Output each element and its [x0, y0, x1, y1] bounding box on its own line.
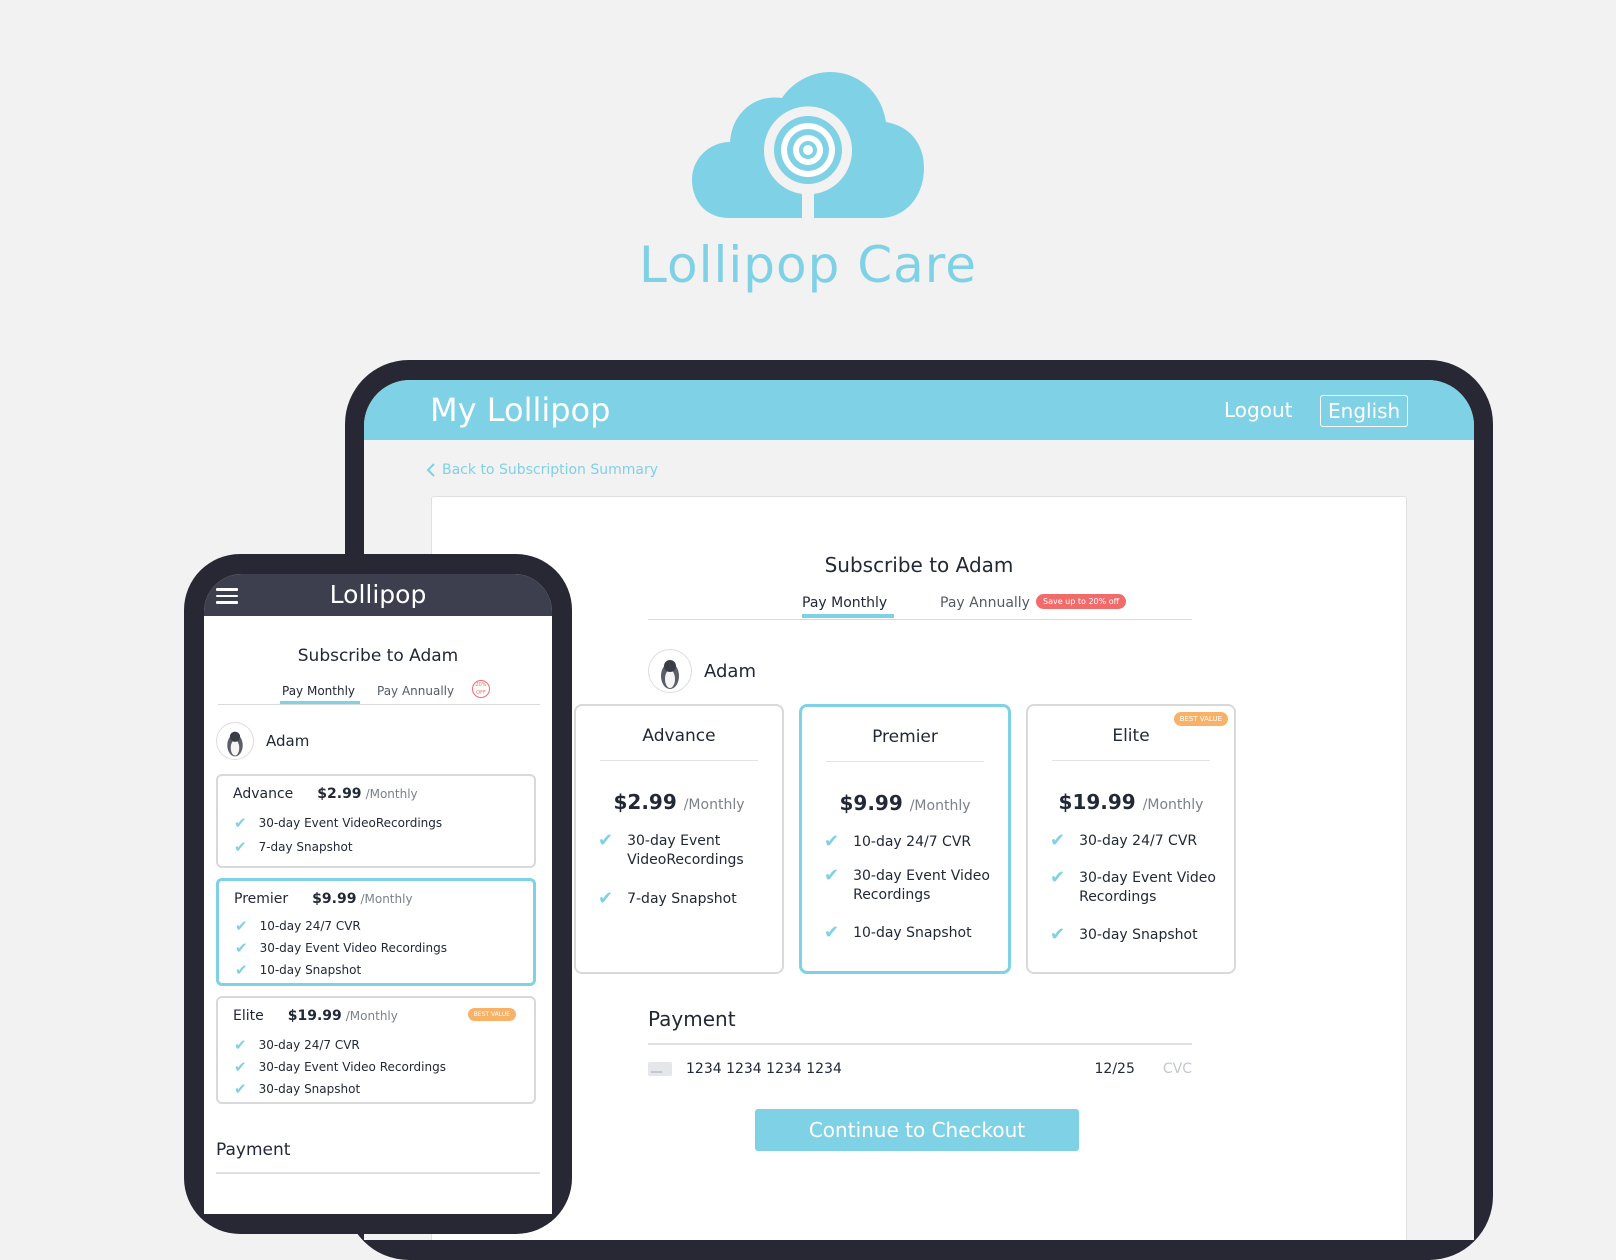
plan-feature: ✔ 10-day 24/7 CVR: [824, 831, 972, 852]
plan-feature: ✔ 10-day Snapshot: [235, 961, 362, 979]
discount-badge: 20% OFF: [472, 680, 490, 698]
card-input[interactable]: 1234 1234 1234 1234 12/25 CVC: [648, 1061, 1192, 1077]
plan-feature: ✔ 30-day Event Video Recordings: [824, 865, 990, 904]
plan-card-advance[interactable]: Advance $2.99/Monthly ✔ 30-day Event Video…: [216, 774, 536, 868]
check-icon: ✔: [598, 888, 614, 909]
billing-tabs: Pay Monthly Pay Annually 20% OFF: [218, 674, 540, 705]
penguin-icon: [661, 660, 679, 689]
penguin-icon: [227, 731, 243, 757]
plan-feature: ✔ 7-day Snapshot: [234, 838, 353, 856]
check-icon: ✔: [234, 814, 247, 832]
check-icon: ✔: [824, 922, 840, 943]
app-title: My Lollipop: [430, 391, 611, 429]
divider: [216, 1172, 540, 1174]
save-badge: Save up to 20% off: [1036, 594, 1127, 609]
plan-feature: ✔ 30-day Event Video Recordings: [234, 1058, 446, 1076]
logout-link[interactable]: Logout: [1224, 398, 1292, 422]
tab-pay-annually[interactable]: Pay Annually: [377, 684, 454, 698]
plan-header: Elite $19.99/Monthly: [233, 1008, 398, 1024]
avatar: [216, 722, 254, 760]
user-row: Adam: [648, 649, 756, 693]
plan-feature: ✔ 30-day Event VideoRecordings: [598, 830, 744, 869]
plan-card-advance[interactable]: Advance $2.99 /Monthly ✔ 30-day Event Vid…: [574, 704, 784, 974]
user-name: Adam: [704, 660, 756, 682]
check-icon: ✔: [1050, 924, 1066, 945]
plan-price: $9.99 /Monthly: [839, 791, 971, 815]
payment-title: Payment: [648, 1007, 736, 1031]
plan-name: Elite: [1052, 726, 1210, 761]
plan-feature: ✔ 30-day 24/7 CVR: [1050, 830, 1198, 851]
plan-name: Premier: [826, 727, 984, 762]
active-tab-indicator: [280, 701, 360, 704]
plan-feature: ✔ 10-day 24/7 CVR: [235, 917, 361, 935]
check-icon: ✔: [824, 865, 840, 886]
plan-feature: ✔ 30-day Event Video Recordings: [235, 939, 447, 957]
check-icon: ✔: [234, 1080, 247, 1098]
tablet-header: My Lollipop Logout English: [364, 380, 1474, 440]
plan-card-premier[interactable]: Premier $9.99/Monthly ✔ 10-day 24/7 CVR ✔ 3…: [216, 878, 536, 986]
check-icon: ✔: [598, 830, 614, 851]
check-icon: ✔: [234, 1058, 247, 1076]
lollipop-cloud-logo: [692, 72, 924, 218]
chevron-left-icon: [426, 463, 435, 477]
plan-feature: ✔ 30-day Snapshot: [1050, 924, 1198, 945]
plan-card-elite[interactable]: BEST VALUE Elite $19.99 /Monthly ✔ 30-day…: [1026, 704, 1236, 974]
check-icon: ✔: [235, 917, 248, 935]
check-icon: ✔: [235, 939, 248, 957]
page-title: Subscribe to Adam: [824, 553, 1014, 577]
card-number-field[interactable]: 1234 1234 1234 1234: [686, 1061, 842, 1077]
continue-checkout-button[interactable]: Continue to Checkout: [755, 1109, 1079, 1151]
app-title: Lollipop: [329, 580, 427, 609]
phone-screen: Lollipop Subscribe to Adam Pay Monthly P…: [204, 574, 552, 1214]
subscription-card: Subscribe to Adam Pay Monthly Pay Annual…: [431, 496, 1407, 1240]
payment-title: Payment: [216, 1140, 291, 1160]
check-icon: ✔: [824, 831, 840, 852]
plan-feature: ✔ 30-day Event Video Recordings: [1050, 867, 1216, 906]
plan-name: Advance: [600, 726, 758, 761]
phone-header: Lollipop: [204, 574, 552, 616]
divider: [648, 1043, 1192, 1045]
language-button[interactable]: English: [1320, 395, 1409, 427]
check-icon: ✔: [234, 838, 247, 856]
active-tab-indicator: [802, 614, 894, 618]
user-name: Adam: [266, 732, 310, 750]
check-icon: ✔: [1050, 830, 1066, 851]
check-icon: ✔: [234, 1036, 247, 1054]
best-value-badge: BEST VALUE: [467, 1008, 516, 1021]
expiry-field[interactable]: 12/25: [1095, 1061, 1135, 1077]
plan-feature: ✔ 7-day Snapshot: [598, 888, 737, 909]
best-value-badge: BEST VALUE: [1173, 712, 1228, 726]
check-icon: ✔: [1050, 867, 1066, 888]
plan-header: Premier $9.99/Monthly: [234, 891, 413, 907]
tab-pay-monthly[interactable]: Pay Monthly: [282, 684, 355, 698]
plan-feature: ✔ 30-day 24/7 CVR: [234, 1036, 360, 1054]
tab-pay-monthly[interactable]: Pay Monthly: [802, 595, 887, 611]
credit-card-icon: [648, 1062, 672, 1076]
avatar: [648, 649, 692, 693]
back-link-label: Back to Subscription Summary: [442, 462, 659, 478]
page-title: Subscribe to Adam: [297, 646, 459, 666]
plan-header: Advance $2.99/Monthly: [233, 786, 418, 802]
cvc-field[interactable]: CVC: [1163, 1061, 1192, 1077]
plan-card-elite[interactable]: BEST VALUE Elite $19.99/Monthly ✔ 30-day 2…: [216, 996, 536, 1104]
user-row: Adam: [216, 722, 309, 760]
plan-feature: ✔ 30-day Snapshot: [234, 1080, 361, 1098]
plan-price: $19.99 /Monthly: [1058, 790, 1204, 814]
plan-feature: ✔ 10-day Snapshot: [824, 922, 972, 943]
back-link[interactable]: Back to Subscription Summary: [426, 462, 658, 478]
tab-pay-annually[interactable]: Pay Annually: [940, 595, 1030, 611]
billing-tabs: Pay Monthly Pay Annually Save up to 20% …: [648, 589, 1192, 620]
plan-feature: ✔ 30-day Event VideoRecordings: [234, 814, 443, 832]
brand-name: Lollipop Care: [639, 236, 977, 294]
plan-price: $2.99 /Monthly: [613, 790, 745, 814]
check-icon: ✔: [235, 961, 248, 979]
plan-card-premier[interactable]: Premier $9.99 /Monthly ✔ 10-day 24/7 CVR …: [799, 704, 1011, 974]
